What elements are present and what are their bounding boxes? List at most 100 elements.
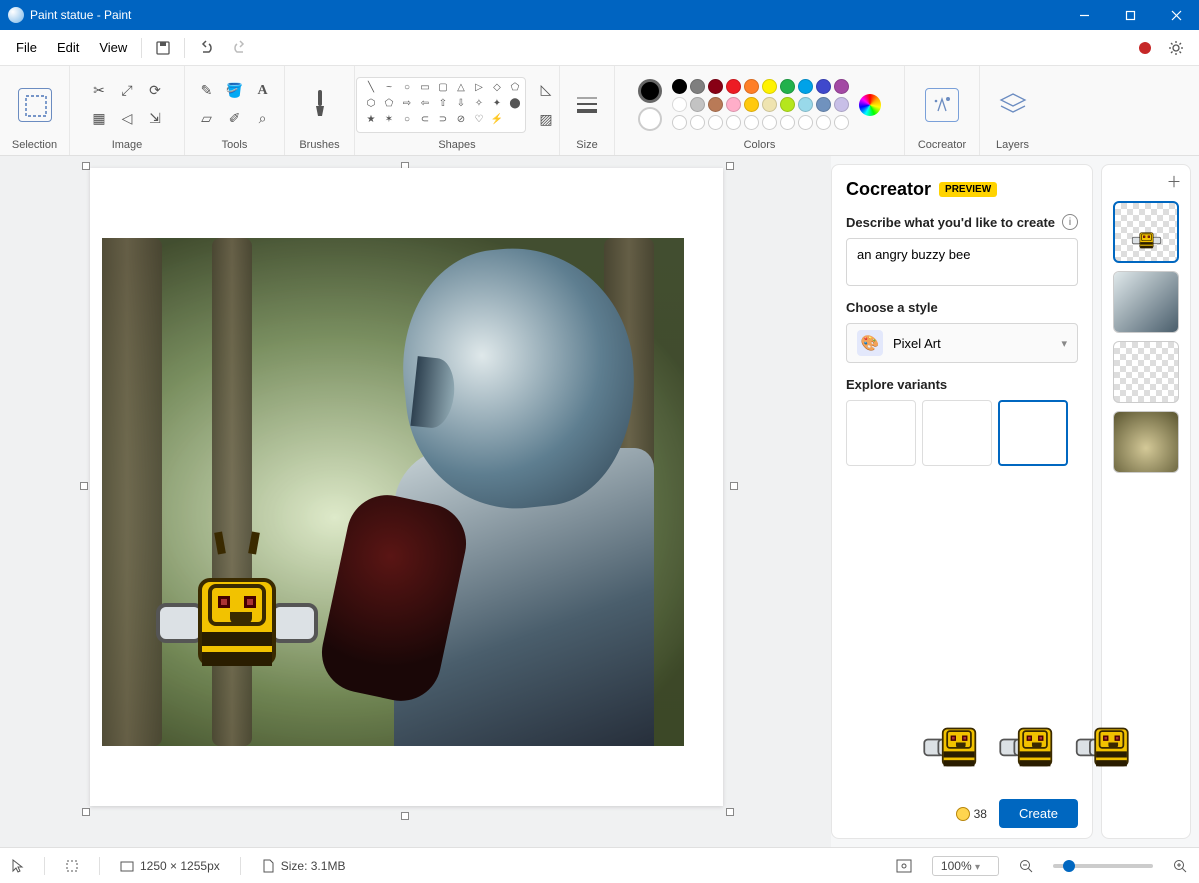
color-swatch[interactable] bbox=[726, 97, 741, 112]
import-icon[interactable]: ⇲ bbox=[142, 106, 168, 132]
menu-file[interactable]: File bbox=[6, 34, 47, 61]
window-title: Paint statue - Paint bbox=[30, 8, 131, 22]
maximize-button[interactable] bbox=[1107, 0, 1153, 30]
color-swatch-empty[interactable] bbox=[762, 115, 777, 130]
resize-handle[interactable] bbox=[726, 808, 734, 816]
main-area: Cocreator PREVIEW Describe what you'd li… bbox=[0, 156, 1199, 847]
layer-thumb[interactable] bbox=[1113, 271, 1179, 333]
color-swatch-empty[interactable] bbox=[798, 115, 813, 130]
color-swatch-empty[interactable] bbox=[672, 115, 687, 130]
color-swatch[interactable] bbox=[816, 97, 831, 112]
shape-outline-icon[interactable]: ◺ bbox=[534, 78, 558, 102]
color-swatch[interactable] bbox=[834, 79, 849, 94]
cursor-tool-icon bbox=[12, 859, 24, 873]
shapes-gallery[interactable]: ╲~○▭▢△▷◇⬠ ⬡⬠⇨⇦⇧⇩✧✦⬤ ★✶○⊂⊃⊘♡⚡ bbox=[356, 77, 526, 133]
flip-icon[interactable]: ▦ bbox=[86, 106, 112, 132]
layer-thumb[interactable] bbox=[1113, 411, 1179, 473]
settings-icon[interactable] bbox=[1161, 33, 1191, 63]
variant-thumb[interactable] bbox=[922, 400, 992, 466]
color-swatch[interactable] bbox=[708, 97, 723, 112]
add-layer-button[interactable]: ＋ bbox=[1164, 171, 1184, 191]
credits-count: 38 bbox=[956, 807, 987, 821]
crop-icon[interactable]: ✂ bbox=[86, 78, 112, 104]
canvas-area[interactable] bbox=[0, 156, 831, 847]
undo-icon[interactable] bbox=[191, 33, 221, 63]
menu-edit[interactable]: Edit bbox=[47, 34, 89, 61]
color-secondary[interactable] bbox=[638, 107, 662, 131]
fill-tool-icon[interactable]: 🪣 bbox=[222, 78, 248, 104]
zoom-in-button[interactable] bbox=[1173, 859, 1187, 873]
color-swatch[interactable] bbox=[690, 97, 705, 112]
color-swatch-empty[interactable] bbox=[834, 115, 849, 130]
describe-label: Describe what you'd like to create bbox=[846, 215, 1055, 230]
selection-tool[interactable] bbox=[12, 84, 58, 126]
color-swatch[interactable] bbox=[744, 97, 759, 112]
color-swatch-empty[interactable] bbox=[744, 115, 759, 130]
color-swatch-empty[interactable] bbox=[708, 115, 723, 130]
info-icon[interactable]: i bbox=[1062, 214, 1078, 230]
variant-thumb[interactable] bbox=[846, 400, 916, 466]
create-button[interactable]: Create bbox=[999, 799, 1078, 828]
color-swatch-empty[interactable] bbox=[780, 115, 795, 130]
variant-thumb[interactable] bbox=[998, 400, 1068, 466]
color-swatch[interactable] bbox=[762, 97, 777, 112]
color-swatch[interactable] bbox=[816, 79, 831, 94]
color-swatch[interactable] bbox=[780, 97, 795, 112]
status-bar: 1250 × 1255px Size: 3.1MB 100% ▾ bbox=[0, 847, 1199, 883]
record-indicator-icon bbox=[1139, 42, 1151, 54]
text-tool-icon[interactable]: A bbox=[250, 78, 276, 104]
color-swatch[interactable] bbox=[762, 79, 777, 94]
color-swatch[interactable] bbox=[744, 79, 759, 94]
brush-tool[interactable] bbox=[300, 84, 340, 126]
eyedropper-tool-icon[interactable]: ✐ bbox=[222, 106, 248, 132]
resize-handle[interactable] bbox=[82, 808, 90, 816]
color-swatch[interactable] bbox=[672, 97, 687, 112]
save-icon[interactable] bbox=[148, 33, 178, 63]
size-selector[interactable] bbox=[568, 88, 606, 122]
pencil-tool-icon[interactable]: ✎ bbox=[194, 78, 220, 104]
zoom-select[interactable]: 100% ▾ bbox=[932, 856, 999, 876]
close-button[interactable] bbox=[1153, 0, 1199, 30]
cocreator-button[interactable] bbox=[919, 84, 965, 126]
edit-colors-icon[interactable] bbox=[859, 94, 881, 116]
style-select[interactable]: 🎨 Pixel Art ▾ bbox=[846, 323, 1078, 363]
menu-view[interactable]: View bbox=[89, 34, 137, 61]
layer-thumb[interactable] bbox=[1113, 341, 1179, 403]
canvas[interactable] bbox=[90, 168, 723, 806]
rotate-icon[interactable]: ⟳ bbox=[142, 78, 168, 104]
shape-fill-icon[interactable]: ▨ bbox=[534, 108, 558, 132]
group-label-size: Size bbox=[576, 139, 597, 151]
style-icon: 🎨 bbox=[857, 330, 883, 356]
resize-handle[interactable] bbox=[80, 482, 88, 490]
resize-icon[interactable]: ⤢ bbox=[114, 78, 140, 104]
resize-handle[interactable] bbox=[401, 812, 409, 820]
eraser-tool-icon[interactable]: ▱ bbox=[194, 106, 220, 132]
redo-icon[interactable] bbox=[225, 33, 255, 63]
resize-handle[interactable] bbox=[82, 162, 90, 170]
layers-button[interactable] bbox=[990, 84, 1036, 126]
color-swatch[interactable] bbox=[726, 79, 741, 94]
color-swatch-empty[interactable] bbox=[726, 115, 741, 130]
layer-thumb[interactable] bbox=[1113, 201, 1179, 263]
color-swatch-empty[interactable] bbox=[690, 115, 705, 130]
color-swatch[interactable] bbox=[690, 79, 705, 94]
skew-icon[interactable]: ◁ bbox=[114, 106, 140, 132]
color-swatch[interactable] bbox=[780, 79, 795, 94]
color-swatch[interactable] bbox=[798, 79, 813, 94]
prompt-input[interactable]: an angry buzzy bee bbox=[846, 238, 1078, 286]
color-primary[interactable] bbox=[638, 79, 662, 103]
resize-handle[interactable] bbox=[730, 482, 738, 490]
magnifier-tool-icon[interactable]: ⌕ bbox=[250, 106, 276, 132]
minimize-button[interactable] bbox=[1061, 0, 1107, 30]
zoom-out-button[interactable] bbox=[1019, 859, 1033, 873]
color-swatch-empty[interactable] bbox=[816, 115, 831, 130]
resize-handle[interactable] bbox=[726, 162, 734, 170]
color-swatch[interactable] bbox=[834, 97, 849, 112]
group-label-layers: Layers bbox=[996, 139, 1029, 151]
color-swatch[interactable] bbox=[708, 79, 723, 94]
color-swatch[interactable] bbox=[672, 79, 687, 94]
canvas-dimensions: 1250 × 1255px bbox=[140, 859, 220, 873]
zoom-slider[interactable] bbox=[1053, 864, 1153, 868]
fit-screen-icon[interactable] bbox=[896, 859, 912, 873]
color-swatch[interactable] bbox=[798, 97, 813, 112]
